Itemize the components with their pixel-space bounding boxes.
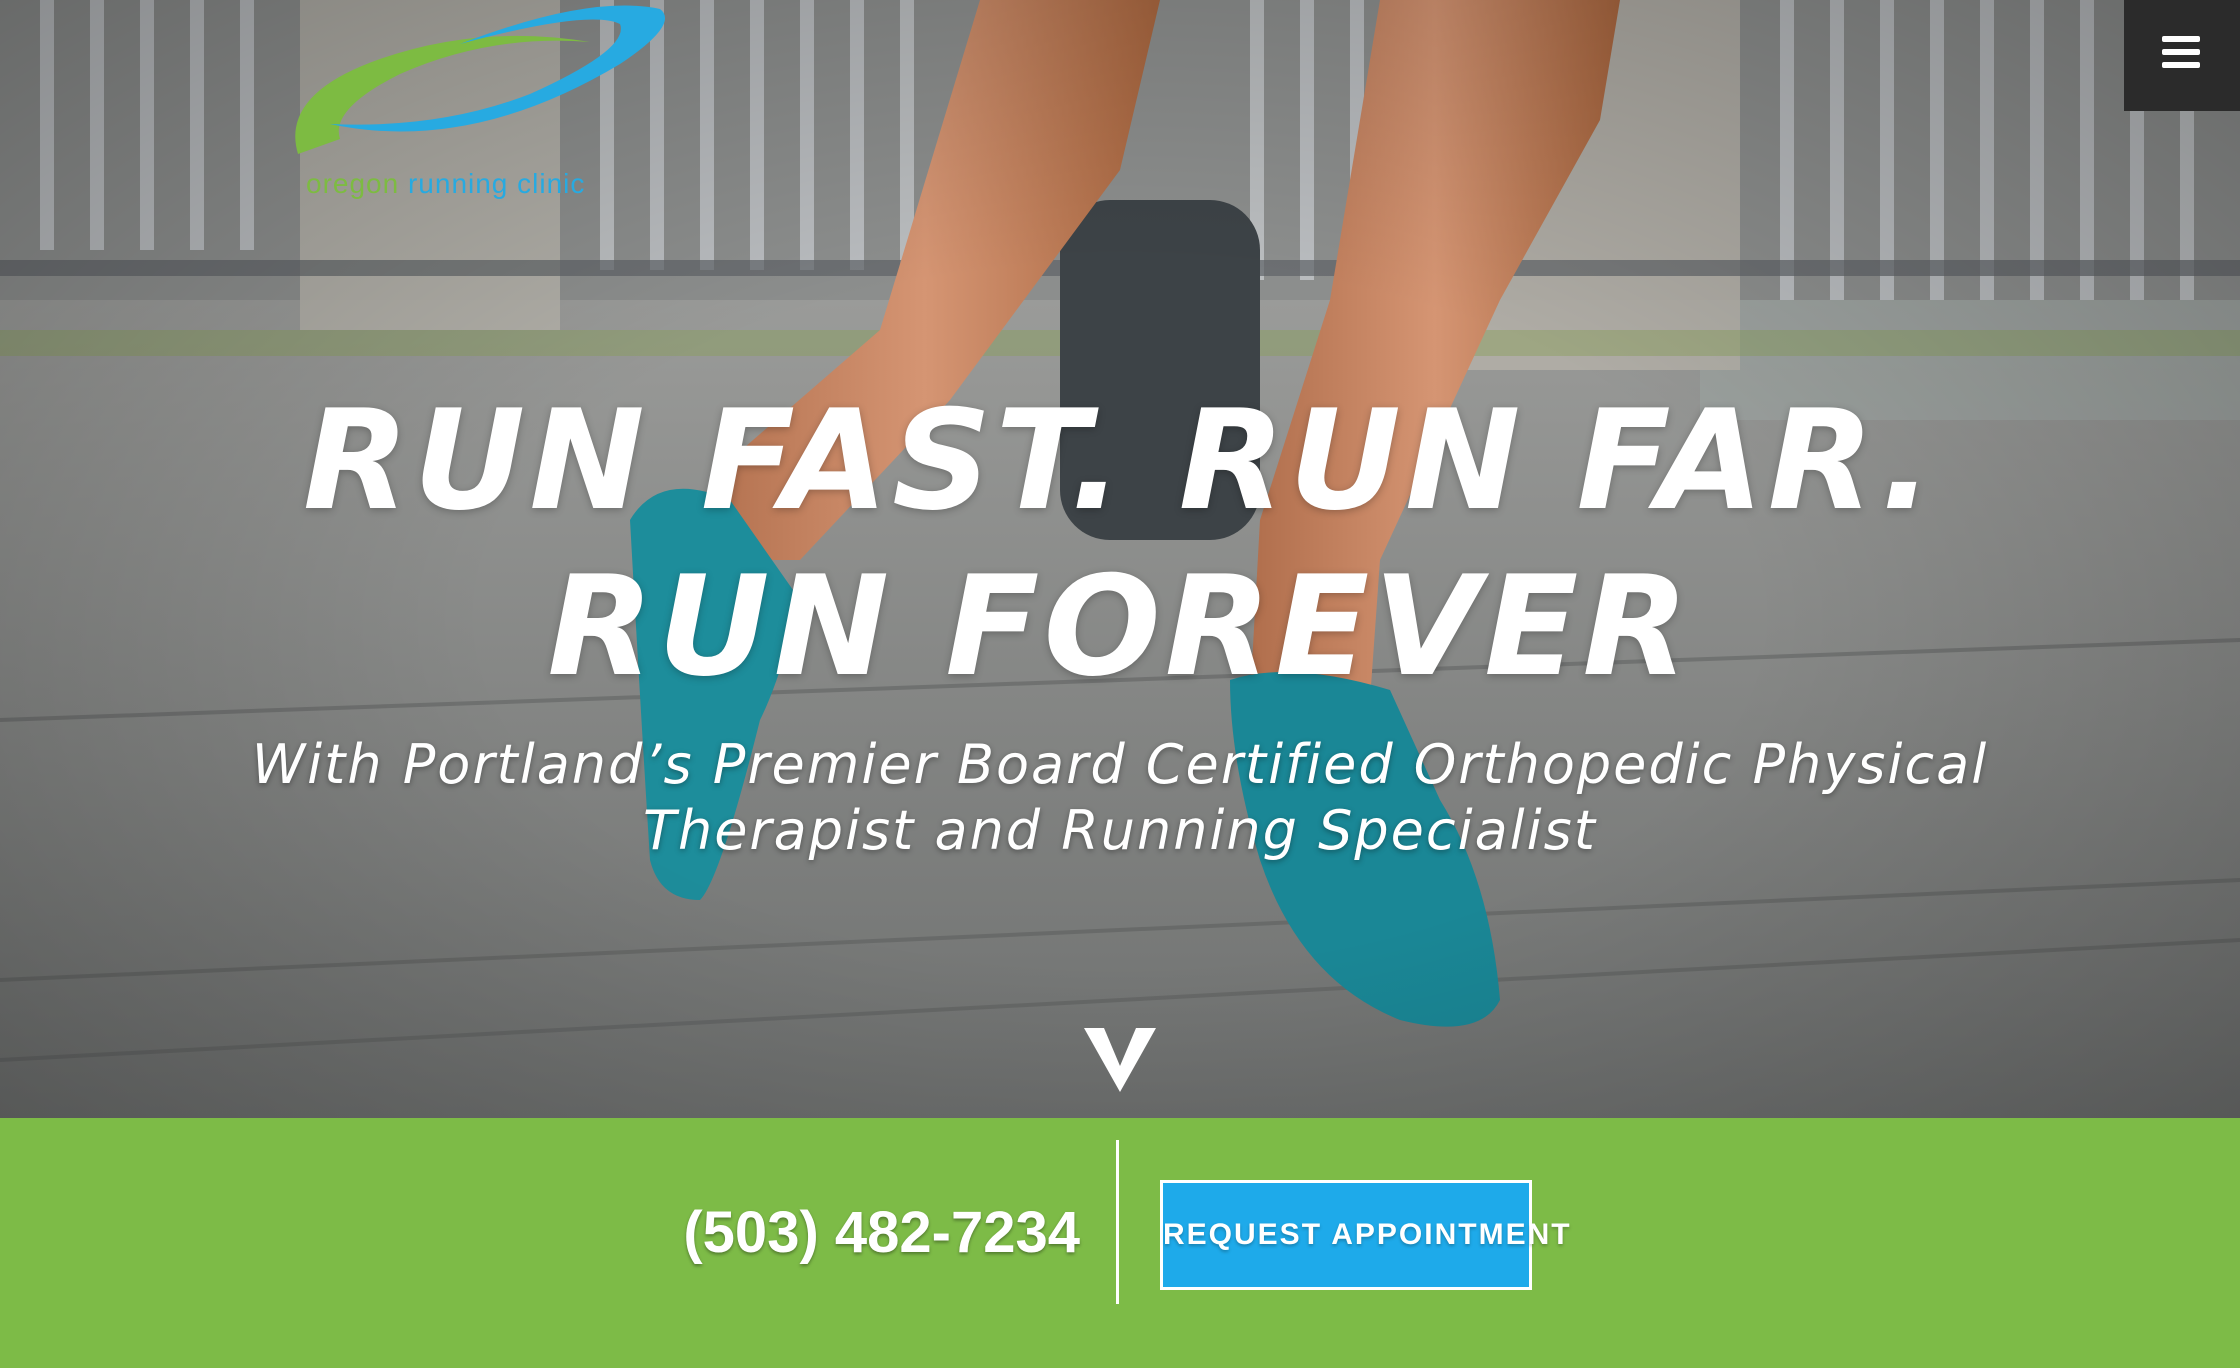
hero-section: oregon running clinic RUN FAST. RUN FAR.… xyxy=(0,0,2240,1118)
logo-word-running: running xyxy=(407,168,509,199)
phone-number-link[interactable]: (503) 482-7234 xyxy=(560,1198,1080,1268)
hero-headline: RUN FAST. RUN FAR. RUN FOREVER xyxy=(0,378,2240,710)
subheadline-line-1: With Portland’s Premier Board Certified … xyxy=(251,733,1989,796)
cta-divider xyxy=(1116,1140,1119,1304)
cta-bar: (503) 482-7234 REQUEST APPOINTMENT xyxy=(0,1118,2240,1368)
headline-line-2: RUN FOREVER xyxy=(547,546,1693,707)
logo-swoosh-icon xyxy=(295,5,665,154)
menu-button[interactable] xyxy=(2124,0,2240,111)
logo-word-oregon: oregon xyxy=(306,168,400,199)
headline-line-1: RUN FAST. RUN FAR. xyxy=(302,380,1938,541)
subheadline-line-2: Therapist and Running Specialist xyxy=(643,799,1597,862)
oregon-running-clinic-logo[interactable]: oregon running clinic xyxy=(290,4,675,204)
hero-subheadline: With Portland’s Premier Board Certified … xyxy=(0,732,2240,864)
logo-word-clinic: clinic xyxy=(517,168,586,199)
chevron-down-icon[interactable] xyxy=(1082,1024,1158,1094)
logo-wordmark: oregon running clinic xyxy=(306,168,585,200)
request-appointment-button[interactable]: REQUEST APPOINTMENT xyxy=(1160,1180,1570,1290)
